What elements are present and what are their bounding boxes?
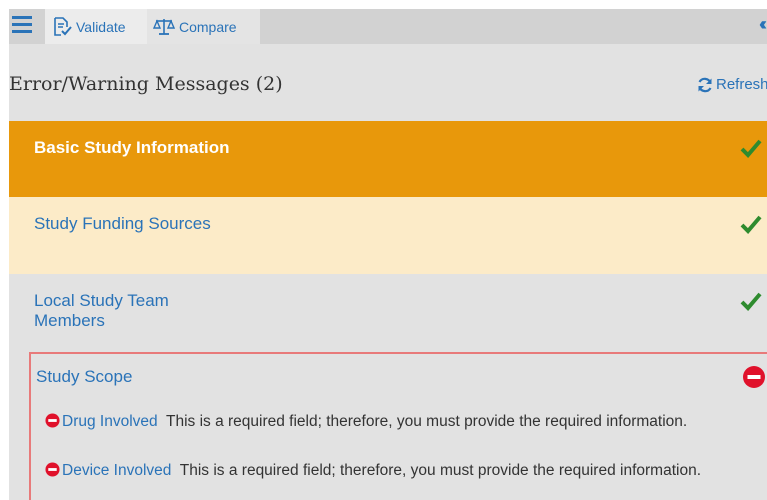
tab-compare[interactable]: Compare	[147, 9, 260, 44]
section-label: Study Funding Sources	[34, 214, 211, 233]
hamburger-menu-icon[interactable]	[12, 16, 34, 36]
section-label: Local Study Team Members	[34, 291, 169, 330]
error-icon	[743, 366, 765, 388]
section-study-scope: Study Scope Drug Involved This is a requ…	[29, 352, 767, 500]
refresh-label: Refresh	[716, 76, 767, 93]
section-basic-study-information[interactable]: Basic Study Information	[9, 121, 767, 197]
double-chevron-left-icon[interactable]: ‹‹	[759, 14, 767, 35]
refresh-button[interactable]: Refresh	[697, 76, 767, 93]
tab-compare-label: Compare	[179, 18, 237, 35]
error-field-link-device-involved[interactable]: Device Involved	[62, 462, 171, 479]
checkmark-icon	[740, 292, 762, 311]
error-icon	[45, 462, 60, 477]
scales-icon	[153, 18, 175, 35]
panel-title: Error/Warning Messages (2)	[9, 73, 283, 95]
tab-validate-label: Validate	[76, 18, 126, 35]
toolbar: Validate Compare ‹‹	[0, 0, 767, 44]
section-study-funding-sources[interactable]: Study Funding Sources	[9, 197, 767, 274]
checkmark-icon	[740, 139, 762, 158]
checkmark-icon	[740, 215, 762, 234]
error-text: This is a required field; therefore, you…	[179, 462, 701, 479]
refresh-icon	[698, 77, 712, 92]
section-local-study-team-members[interactable]: Local Study Team Members	[9, 274, 767, 352]
error-message: Drug Involved This is a required field; …	[36, 412, 736, 431]
error-field-link-drug-involved[interactable]: Drug Involved	[62, 413, 158, 430]
tab-validate[interactable]: Validate	[45, 9, 147, 44]
error-text: This is a required field; therefore, you…	[165, 413, 688, 430]
section-label: Basic Study Information	[34, 138, 230, 157]
error-message: Device Involved This is a required field…	[36, 461, 736, 480]
section-study-scope-title[interactable]: Study Scope	[36, 367, 132, 387]
validate-document-icon	[54, 16, 72, 36]
error-icon	[45, 413, 60, 428]
